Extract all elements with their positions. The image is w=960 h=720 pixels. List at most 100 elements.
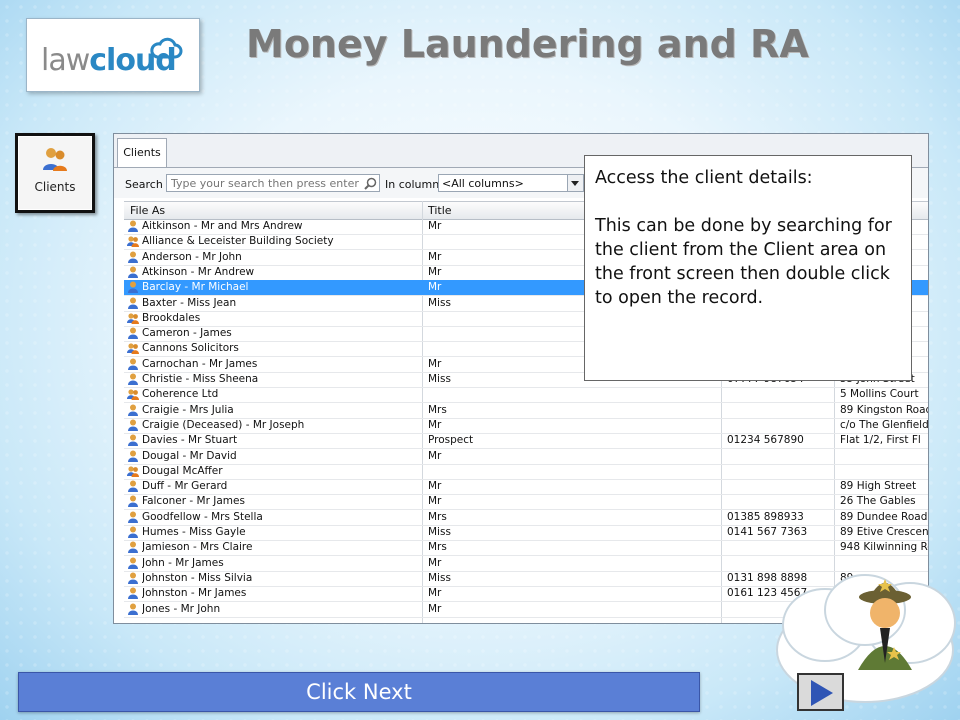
cell-address: 26 The Gables <box>840 495 916 508</box>
cell-file-as: Anderson - Mr John <box>142 250 242 263</box>
organisation-icon <box>127 236 139 248</box>
clients-button[interactable]: Clients <box>15 133 95 213</box>
cell-title: Mr <box>428 495 442 508</box>
column-select-value: <All columns> <box>442 177 524 190</box>
cell-file-as: Baxter - Miss Jean <box>142 296 237 309</box>
person-icon <box>128 526 138 538</box>
cell-address: c/o The Glenfield <box>840 418 928 431</box>
cell-file-as: Craigie - Mrs Julia <box>142 403 234 416</box>
cell-file-as: Aitkinson - Mr and Mrs Andrew <box>142 220 303 232</box>
person-icon <box>128 419 138 431</box>
cell-file-as: Dougal McAffer <box>142 464 223 477</box>
person-icon <box>128 297 138 309</box>
search-label: Search <box>125 178 163 191</box>
cell-title: Mr <box>428 480 442 493</box>
cell-title: Mr <box>428 418 442 431</box>
search-input[interactable] <box>166 174 380 192</box>
cell-title: Prospect <box>428 434 474 447</box>
person-icon <box>128 220 138 232</box>
cell-file-as: Jamieson - Mrs Claire <box>142 541 253 554</box>
person-icon <box>128 587 138 600</box>
cell-address: 89 High Street <box>840 480 917 493</box>
cell-file-as: Johnston - Mr James <box>142 587 247 600</box>
organisation-icon <box>127 313 139 324</box>
table-row[interactable]: Coherence Ltd 5 Mollins Court <box>124 387 928 404</box>
organisation-icon <box>127 466 139 477</box>
cell-title: Mr <box>428 449 442 462</box>
callout-heading: Access the client details: <box>595 168 813 188</box>
cell-title: Miss <box>428 526 451 538</box>
cell-address: 89 Kingston Road <box>840 403 928 416</box>
cell-address: 89 Dundee Road <box>840 510 928 523</box>
person-icon <box>128 373 138 385</box>
person-icon <box>128 358 138 370</box>
cell-address: 5 Mollins Court <box>840 388 919 401</box>
search-icon[interactable] <box>364 177 377 190</box>
click-next-bar[interactable]: Click Next <box>18 672 700 712</box>
cell-title: Mr <box>428 587 442 600</box>
cell-file-as: Jones - Mr John <box>142 602 221 615</box>
cell-file-as: Cameron - James <box>142 327 232 340</box>
cell-file-as: Alliance & Leceister Building Society <box>142 235 334 248</box>
table-row[interactable]: Dougal McAffer <box>124 464 928 480</box>
cell-file-as: Dougal - Mr David <box>142 449 237 462</box>
cell-address: Flat 1/2, First Fl <box>840 434 921 447</box>
table-row[interactable]: Craigie - Mrs Julia Mrs 89 Kingston Road <box>124 403 928 419</box>
clients-button-label: Clients <box>34 180 76 194</box>
table-row[interactable]: Falconer - Mr James Mr 26 The Gables <box>124 494 928 511</box>
next-arrow-button[interactable] <box>797 673 844 711</box>
lawcloud-logo: lawcloud <box>26 18 200 92</box>
cell-file-as: Barclay - Mr Michael <box>142 281 249 294</box>
cell-file-as: Cannons Solicitors <box>142 342 239 355</box>
cell-file-as: Duff - Mr Gerard <box>142 480 228 493</box>
person-icon <box>128 404 138 416</box>
cell-title: Mrs <box>428 403 447 416</box>
cell-title: Mrs <box>428 510 447 523</box>
cell-address: 948 Kilwinning Ro <box>840 541 928 554</box>
table-row[interactable]: Duff - Mr Gerard Mr 89 High Street <box>124 479 928 496</box>
logo-text-law: law <box>41 43 90 78</box>
column-header-title[interactable]: Title <box>428 204 452 217</box>
person-icon <box>128 511 138 523</box>
cell-file-as: Falconer - Mr James <box>142 495 245 508</box>
table-row[interactable]: Craigie (Deceased) - Mr Joseph Mr c/o The … <box>124 418 928 434</box>
cell-phone: 0141 567 7363 <box>727 526 808 538</box>
person-icon <box>128 541 138 554</box>
person-icon <box>128 480 138 493</box>
table-row[interactable]: Jamieson - Mrs Claire Mrs 948 Kilwinning R… <box>124 540 928 557</box>
callout-body: This can be done by searching for the cl… <box>595 216 892 308</box>
cell-file-as: Johnston - Miss Silvia <box>142 571 253 584</box>
person-icon <box>128 434 138 447</box>
cell-file-as: Brookdales <box>142 311 201 324</box>
person-icon <box>128 572 138 584</box>
table-row[interactable]: Humes - Miss Gayle Miss 0141 567 7363 89 Et… <box>124 525 928 541</box>
person-icon <box>128 327 138 340</box>
person-icon <box>128 557 138 569</box>
column-header-file-as[interactable]: File As <box>130 204 165 217</box>
cell-file-as: Christie - Miss Sheena <box>142 373 259 385</box>
instruction-callout: Access the client details: This can be d… <box>584 155 912 381</box>
column-select[interactable]: <All columns> <box>438 174 584 192</box>
person-icon <box>128 251 138 263</box>
clients-icon <box>43 148 67 171</box>
table-row[interactable]: Goodfellow - Mrs Stella Mrs 01385 898933 89… <box>124 510 928 526</box>
cell-file-as: Craigie (Deceased) - Mr Joseph <box>142 418 305 431</box>
organisation-icon <box>127 343 139 355</box>
chevron-down-icon[interactable] <box>567 175 583 191</box>
cell-phone: 01234 567890 <box>727 434 804 447</box>
person-icon <box>128 266 138 278</box>
tab-clients[interactable]: Clients <box>117 138 167 167</box>
person-icon <box>128 281 138 294</box>
person-icon <box>128 495 138 508</box>
in-column-label: In column <box>385 178 440 191</box>
cell-title: Miss <box>428 571 451 584</box>
cell-title: Mr <box>428 602 442 615</box>
cell-phone: 01385 898933 <box>727 510 804 523</box>
table-row[interactable]: Davies - Mr Stuart Prospect 01234 567890 Fl… <box>124 433 928 450</box>
page-title: Money Laundering and RA <box>246 22 809 66</box>
organisation-icon <box>127 389 139 401</box>
cell-file-as: Atkinson - Mr Andrew <box>142 265 255 278</box>
table-row[interactable]: Dougal - Mr David Mr <box>124 449 928 465</box>
cloud-icon <box>150 37 183 59</box>
person-icon <box>128 450 138 462</box>
